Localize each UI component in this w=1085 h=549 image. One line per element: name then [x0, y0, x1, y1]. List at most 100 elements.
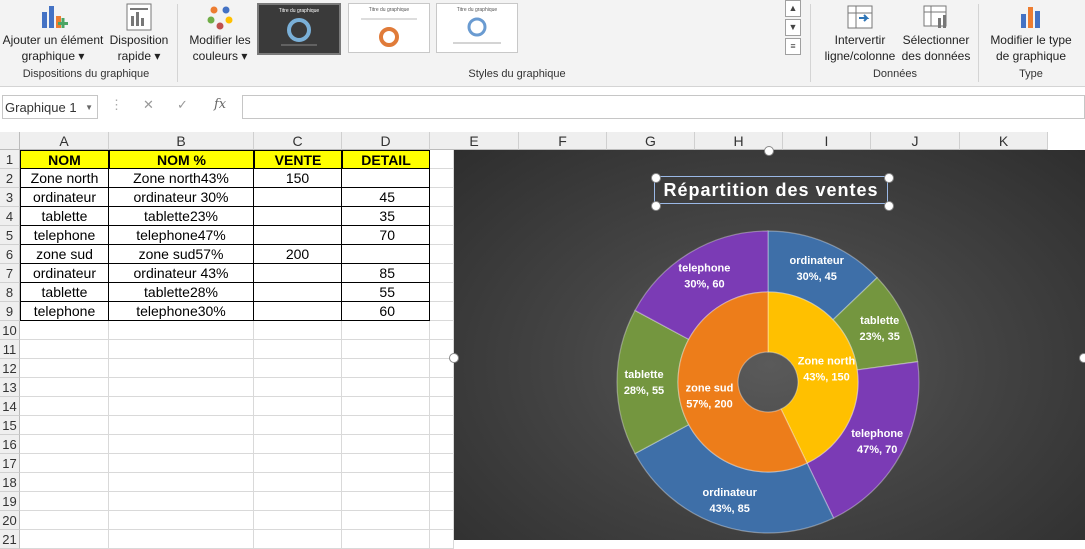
empty-cell[interactable] — [20, 492, 109, 511]
data-cell[interactable]: zone sud57% — [109, 245, 254, 264]
empty-cell[interactable] — [254, 378, 342, 397]
row-header-4[interactable]: 4 — [0, 207, 20, 226]
cancel-icon[interactable]: ✕ — [143, 97, 154, 113]
empty-cell[interactable] — [254, 397, 342, 416]
header-cell[interactable]: VENTE — [254, 150, 342, 169]
column-header-F[interactable]: F — [519, 132, 607, 150]
empty-cell[interactable] — [109, 492, 254, 511]
row-header-1[interactable]: 1 — [0, 150, 20, 169]
row-header-17[interactable]: 17 — [0, 454, 20, 473]
chart-style-thumb-3[interactable]: Titre du graphique — [436, 3, 518, 53]
data-cell[interactable]: ordinateur 43% — [109, 264, 254, 283]
empty-cell[interactable] — [20, 359, 109, 378]
empty-cell[interactable] — [430, 378, 454, 397]
empty-cell[interactable] — [430, 511, 454, 530]
header-cell[interactable]: NOM — [20, 150, 109, 169]
add-chart-element-button[interactable]: Ajouter un élément graphique ▾ — [0, 0, 106, 64]
empty-cell[interactable] — [109, 321, 254, 340]
switch-row-column-button[interactable]: Intervertir ligne/colonne — [818, 0, 902, 64]
column-header-D[interactable]: D — [342, 132, 430, 150]
column-header-E[interactable]: E — [430, 132, 519, 150]
data-cell[interactable] — [254, 226, 342, 245]
empty-cell[interactable] — [254, 340, 342, 359]
empty-cell[interactable] — [342, 340, 430, 359]
chart-style-thumb-1[interactable]: Titre du graphique — [257, 3, 341, 55]
empty-cell[interactable] — [430, 207, 454, 226]
empty-cell[interactable] — [20, 454, 109, 473]
row-header-9[interactable]: 9 — [0, 302, 20, 321]
chart-style-thumb-2[interactable]: Titre du graphique — [348, 3, 430, 53]
data-cell[interactable]: 85 — [342, 264, 430, 283]
select-all-corner[interactable] — [0, 132, 20, 150]
header-cell[interactable]: NOM % — [109, 150, 254, 169]
confirm-icon[interactable]: ✓ — [177, 97, 188, 113]
empty-cell[interactable] — [430, 283, 454, 302]
name-box[interactable]: Graphique 1 ▼ — [2, 95, 98, 119]
empty-cell[interactable] — [430, 321, 454, 340]
change-chart-type-button[interactable]: Modifier le type de graphique — [983, 0, 1079, 64]
data-cell[interactable] — [254, 207, 342, 226]
quick-layout-button[interactable]: Disposition rapide ▾ — [106, 0, 172, 64]
chevron-down-icon[interactable]: ▼ — [85, 96, 93, 120]
data-cell[interactable] — [254, 283, 342, 302]
empty-cell[interactable] — [254, 321, 342, 340]
row-header-13[interactable]: 13 — [0, 378, 20, 397]
row-header-7[interactable]: 7 — [0, 264, 20, 283]
data-cell[interactable] — [254, 188, 342, 207]
gallery-more-icon[interactable]: ≡ — [785, 38, 801, 55]
row-header-8[interactable]: 8 — [0, 283, 20, 302]
row-header-10[interactable]: 10 — [0, 321, 20, 340]
empty-cell[interactable] — [20, 473, 109, 492]
empty-cell[interactable] — [254, 492, 342, 511]
empty-cell[interactable] — [254, 473, 342, 492]
empty-cell[interactable] — [254, 359, 342, 378]
empty-cell[interactable] — [254, 511, 342, 530]
select-data-button[interactable]: Sélectionner des données — [900, 0, 972, 64]
column-header-K[interactable]: K — [960, 132, 1048, 150]
chart-area[interactable]: ordinateur 30%, 45 tablette 23%, 35 telephon… — [454, 150, 1085, 540]
empty-cell[interactable] — [430, 454, 454, 473]
chart-resize-handle[interactable] — [449, 353, 459, 363]
data-cell[interactable]: tablette — [20, 207, 109, 226]
empty-cell[interactable] — [342, 416, 430, 435]
column-header-J[interactable]: J — [871, 132, 960, 150]
column-header-A[interactable]: A — [20, 132, 109, 150]
empty-cell[interactable] — [430, 397, 454, 416]
row-header-3[interactable]: 3 — [0, 188, 20, 207]
row-header-2[interactable]: 2 — [0, 169, 20, 188]
data-cell[interactable]: 45 — [342, 188, 430, 207]
empty-cell[interactable] — [342, 454, 430, 473]
empty-cell[interactable] — [109, 511, 254, 530]
chart-resize-handle[interactable] — [764, 146, 774, 156]
row-header-6[interactable]: 6 — [0, 245, 20, 264]
empty-cell[interactable] — [342, 378, 430, 397]
formula-input[interactable] — [242, 95, 1085, 119]
empty-cell[interactable] — [342, 473, 430, 492]
empty-cell[interactable] — [20, 416, 109, 435]
row-header-14[interactable]: 14 — [0, 397, 20, 416]
data-cell[interactable] — [254, 264, 342, 283]
data-cell[interactable] — [254, 302, 342, 321]
chart-title-box[interactable]: Répartition des ventes — [654, 176, 888, 204]
empty-cell[interactable] — [20, 397, 109, 416]
data-cell[interactable]: zone sud — [20, 245, 109, 264]
data-cell[interactable]: ordinateur 30% — [109, 188, 254, 207]
data-cell[interactable] — [342, 245, 430, 264]
column-header-I[interactable]: I — [783, 132, 871, 150]
empty-cell[interactable] — [430, 416, 454, 435]
data-cell[interactable]: 150 — [254, 169, 342, 188]
empty-cell[interactable] — [430, 302, 454, 321]
empty-cell[interactable] — [109, 435, 254, 454]
empty-cell[interactable] — [109, 454, 254, 473]
empty-cell[interactable] — [109, 378, 254, 397]
data-cell[interactable]: Zone north — [20, 169, 109, 188]
change-colors-button[interactable]: Modifier les couleurs ▾ — [184, 0, 256, 64]
empty-cell[interactable] — [109, 340, 254, 359]
data-cell[interactable]: telephone30% — [109, 302, 254, 321]
empty-cell[interactable] — [20, 340, 109, 359]
data-cell[interactable]: telephone — [20, 302, 109, 321]
data-cell[interactable]: 200 — [254, 245, 342, 264]
empty-cell[interactable] — [254, 435, 342, 454]
data-cell[interactable]: 70 — [342, 226, 430, 245]
empty-cell[interactable] — [342, 435, 430, 454]
